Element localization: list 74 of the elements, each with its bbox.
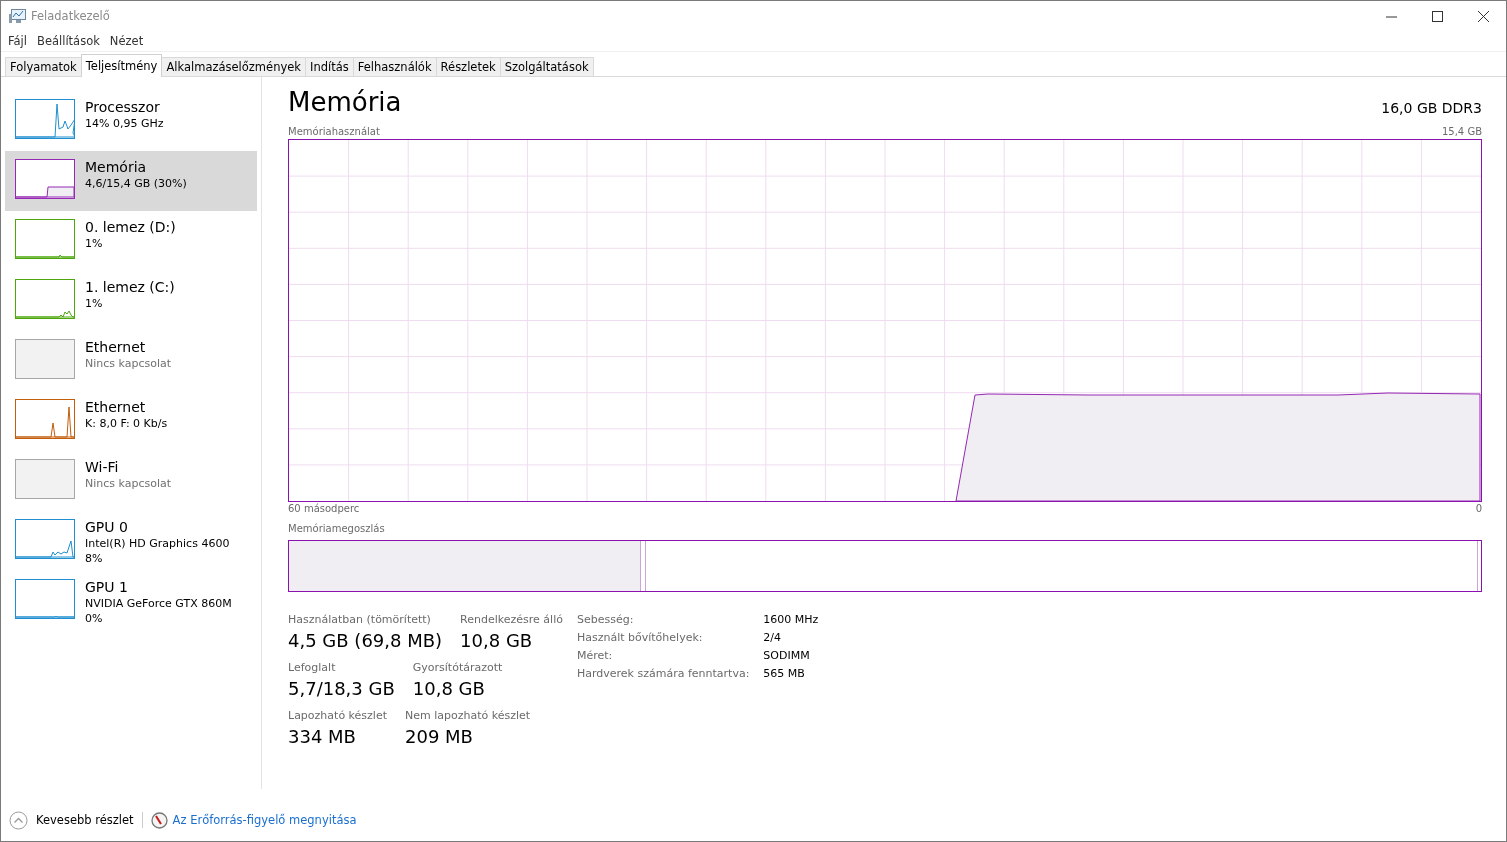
graph-title: Memóriahasználat: [288, 125, 380, 139]
device-info: 14% 0,95 GHz: [85, 116, 164, 131]
sidebar-item[interactable]: Ethernet Nincs kapcsolat: [5, 331, 257, 391]
stat-value: 10,8 GB: [412, 677, 486, 701]
property-label: Használt bővítőhelyek:: [576, 630, 704, 646]
stat-label: Gyorsítótárazott: [412, 660, 503, 676]
max-value-label: 15,4 GB: [1441, 125, 1482, 139]
sidebar-item[interactable]: GPU 0 Intel(R) HD Graphics 4600 8%: [5, 511, 257, 571]
device-name: Processzor: [85, 99, 161, 116]
stat-label: Nem lapozható készlet: [405, 708, 531, 724]
stat-label: Rendelkezésre álló: [460, 612, 563, 628]
device-info: 0%: [85, 611, 104, 626]
property-value: 1600 MHz: [763, 612, 819, 628]
chevron-up-circle-icon: [9, 810, 28, 830]
device-info: 8%: [85, 551, 104, 566]
sidebar-item[interactable]: Wi-Fi Nincs kapcsolat: [5, 451, 257, 511]
property-label: Sebesség:: [576, 612, 635, 628]
property-value: SODIMM: [763, 648, 811, 664]
device-info: 4,6/15,4 GB (30%): [85, 176, 187, 191]
device-info: NVIDIA GeForce GTX 860M: [85, 596, 232, 611]
sidebar-item[interactable]: Processzor 14% 0,95 GHz: [5, 91, 257, 151]
device-info: Nincs kapcsolat: [85, 476, 172, 491]
device-name: GPU 1: [85, 579, 129, 596]
monitor-graph-icon: [9, 8, 26, 24]
gauge-icon: [150, 811, 168, 829]
stat-value: 5,7/18,3 GB: [288, 677, 395, 701]
close-icon: [1477, 10, 1489, 22]
sidebar-item[interactable]: Ethernet K: 8,0 F: 0 Kb/s: [5, 391, 257, 451]
window-title: Feladatkezelő: [31, 9, 111, 23]
tab[interactable]: Folyamatok: [5, 57, 82, 76]
device-info: Nincs kapcsolat: [85, 356, 172, 371]
stat-label: Lefoglalt: [288, 660, 337, 676]
stat-value: 334 MB: [288, 725, 357, 749]
stat-label: Használatban (tömörített): [288, 612, 432, 628]
menu-item[interactable]: Nézet: [104, 34, 149, 48]
device-info: 1%: [85, 296, 104, 311]
sidebar-item[interactable]: 1. lemez (C:) 1%: [5, 271, 257, 331]
property-value: 565 MB: [763, 666, 806, 682]
device-name: 1. lemez (C:): [85, 279, 175, 296]
time-span-label: 60 másodperc: [288, 502, 360, 516]
min-value-label: 0: [1475, 502, 1482, 516]
panel-title: Memória: [288, 87, 402, 117]
section-label: Memóriamegoszlás: [288, 522, 386, 536]
stat-value: 4,5 GB (69,8 MB): [288, 629, 443, 653]
property-label: Méret:: [576, 648, 614, 664]
sidebar-item[interactable]: 0. lemez (D:) 1%: [5, 211, 257, 271]
tab[interactable]: Felhasználók: [352, 57, 437, 76]
fewer-details-button[interactable]: Kevesebb részlet: [9, 810, 134, 830]
tab[interactable]: Szolgáltatások: [499, 57, 594, 76]
device-name: Ethernet: [85, 399, 147, 416]
tab[interactable]: Részletek: [435, 57, 501, 76]
device-info: K: 8,0 F: 0 Kb/s: [85, 416, 168, 431]
property-label: Hardverek számára fenntartva:: [576, 666, 750, 682]
stat-value: 209 MB: [405, 725, 474, 749]
device-name: 0. lemez (D:): [85, 219, 176, 236]
stat-value: 10,8 GB: [460, 629, 534, 653]
device-name: Wi-Fi: [85, 459, 120, 476]
resource-monitor-link[interactable]: Az Erőforrás-figyelő megnyitása: [172, 813, 357, 827]
sidebar-item[interactable]: GPU 1 NVIDIA GeForce GTX 860M 0%: [5, 571, 257, 631]
device-info: 1%: [85, 236, 104, 251]
tab[interactable]: Teljesítmény: [80, 54, 163, 77]
menu-item[interactable]: Fájl: [3, 34, 32, 48]
maximize-icon: [1431, 10, 1443, 22]
memory-spec: 16,0 GB DDR3: [1381, 100, 1482, 117]
device-name: Memória: [85, 159, 148, 176]
tab[interactable]: Indítás: [305, 57, 354, 76]
tab[interactable]: Alkalmazáselőzmények: [161, 57, 306, 76]
device-name: GPU 0: [85, 519, 129, 536]
sidebar-item[interactable]: Memória 4,6/15,4 GB (30%): [5, 151, 257, 211]
stat-label: Lapozható készlet: [288, 708, 387, 724]
device-name: Ethernet: [85, 339, 147, 356]
device-info: Intel(R) HD Graphics 4600: [85, 536, 230, 551]
property-value: 2/4: [763, 630, 783, 646]
menu-item[interactable]: Beállítások: [32, 34, 105, 48]
